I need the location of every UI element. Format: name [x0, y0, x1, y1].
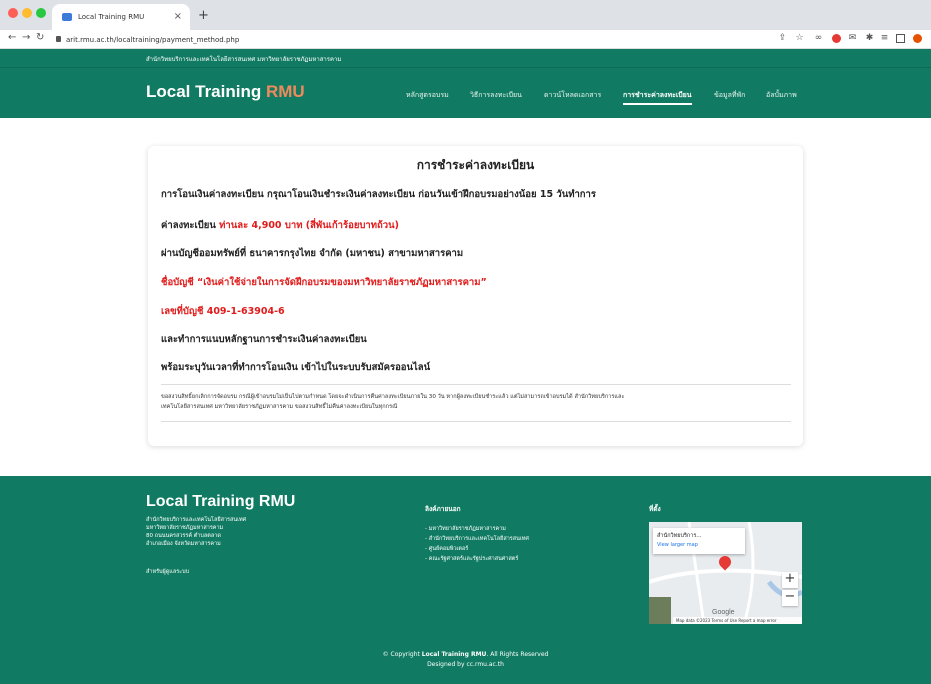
nav-downloads[interactable]: ดาวน์โหลดเอกสาร [544, 90, 601, 101]
footer-logo: Local Training RMU [146, 493, 296, 510]
forward-icon[interactable]: → [22, 32, 30, 43]
close-tab-icon[interactable]: × [174, 11, 182, 22]
tab-title: Local Training RMU [78, 13, 145, 21]
view-larger-map-link[interactable]: View larger map [657, 542, 741, 548]
designed-by: Designed by cc.rmu.ac.th [427, 661, 504, 668]
url-text: arit.rmu.ac.th/localtraining/payment_met… [66, 36, 240, 44]
external-links-list: - มหาวิทยาลัยราชภัฏมหาสารคาม - สำนักวิทย… [425, 524, 529, 564]
address-bar-row: ← → ↻ arit.rmu.ac.th/localtraining/payme… [0, 30, 931, 49]
extensions-puzzle-icon[interactable]: ✱ [865, 34, 874, 43]
note-line-2: เทคโนโลยีสารสนเทศ มหาวิทยาลัยราชภัฏมหาสา… [161, 404, 398, 410]
site-footer: Local Training RMU สำนักวิทยบริการและเทค… [0, 476, 931, 684]
cancellation-note: ขอสงวนสิทธิ์ยกเลิกการจัดอบรม กรณีผู้เข้า… [161, 384, 791, 422]
copyright: © Copyright Local Training RMU. All Righ… [0, 650, 931, 670]
external-link[interactable]: - คณะรัฐศาสตร์และรัฐประศาสนศาสตร์ [425, 554, 529, 564]
address-line: มหาวิทยาลัยราชภัฏมหาสารคาม [146, 525, 224, 531]
footer-address: สำนักวิทยบริการและเทคโนโลยีสารสนเทศ มหาว… [146, 516, 246, 548]
copyright-prefix: © Copyright [382, 651, 422, 658]
account-number: เลขที่บัญชี 409-1-63904-6 [161, 306, 285, 317]
extension-mail-icon[interactable]: ✉ [848, 34, 857, 43]
site-header: Local Training RMU หลักสูตรอบรม วิธีการล… [0, 68, 931, 118]
copyright-suffix: . All Rights Reserved [486, 651, 549, 658]
extension-red-icon[interactable] [832, 34, 841, 43]
note-line-1: ขอสงวนสิทธิ์ยกเลิกการจัดอบรม กรณีผู้เข้า… [161, 394, 625, 400]
lock-icon [56, 36, 61, 42]
extension-icon[interactable]: ∞ [814, 34, 823, 43]
external-link[interactable]: - มหาวิทยาลัยราชภัฏมหาสารคาม [425, 524, 529, 534]
external-link[interactable]: - สำนักวิทยบริการและเทคโนโลยีสารสนเทศ [425, 534, 529, 544]
back-icon[interactable]: ← [8, 32, 16, 43]
bank-line: ผ่านบัญชีออมทรัพย์ที่ ธนาคารกรุงไทย จำกั… [161, 248, 464, 259]
logo-accent-text: RMU [265, 82, 305, 101]
copyright-line: © Copyright Local Training RMU. All Righ… [0, 650, 931, 660]
address-bar[interactable]: arit.rmu.ac.th/localtraining/payment_met… [52, 33, 752, 47]
address-line: อำเภอเมือง จังหวัดมหาสารคาม [146, 541, 221, 547]
fee-line: ค่าลงทะเบียน ท่านละ 4,900 บาท (สี่พันเก้… [161, 218, 399, 233]
map-place-name: สำนักวิทยบริการ... [657, 533, 702, 539]
reload-icon[interactable]: ↻ [36, 32, 44, 43]
nav-accommodation[interactable]: ข้อมูลที่พัก [714, 90, 745, 101]
maximize-window-button[interactable] [36, 8, 46, 18]
share-icon[interactable]: ⇪ [778, 34, 787, 43]
nav-registration-method[interactable]: วิธีการลงทะเบียน [470, 90, 522, 101]
map-attribution[interactable]: Map data ©2023 Terms of Use Report a map… [673, 617, 802, 624]
minimize-window-button[interactable] [22, 8, 32, 18]
transfer-instructions: การโอนเงินค่าลงทะเบียน กรุณาโอนเงินชำระเ… [161, 189, 596, 200]
top-strip-text: สำนักวิทยบริการและเทคโนโลยีสารสนเทศ มหาว… [146, 56, 342, 63]
transfer-time-line: พร้อมระบุวันเวลาที่ทำการโอนเงิน เข้าไปใน… [161, 362, 431, 373]
favicon-icon [62, 13, 72, 21]
external-links-heading: ลิงค์ภายนอก [425, 505, 461, 513]
sidebar-icon[interactable] [896, 34, 905, 43]
top-info-strip: สำนักวิทยบริการและเทคโนโลยีสารสนเทศ มหาว… [0, 49, 931, 68]
zoom-out-button[interactable]: − [782, 590, 798, 606]
fee-value: ท่านละ 4,900 บาท (สี่พันเก้าร้อยบาทถ้วน) [219, 220, 399, 231]
nav-courses[interactable]: หลักสูตรอบรม [406, 90, 449, 101]
bookmark-star-icon[interactable]: ☆ [795, 34, 804, 43]
nav-payment[interactable]: การชำระค่าลงทะเบียน [623, 90, 692, 105]
reading-list-icon[interactable]: ≡ [880, 34, 889, 43]
fee-label: ค่าลงทะเบียน [161, 220, 220, 231]
attach-proof-line: และทำการแนบหลักฐานการชำระเงินค่าลงทะเบีย… [161, 334, 367, 345]
nav-photo-album[interactable]: อัลบั้มภาพ [766, 90, 797, 101]
address-line: สำนักวิทยบริการและเทคโนโลยีสารสนเทศ [146, 517, 247, 523]
admin-link[interactable]: สำหรับผู้ดูแลระบบ [146, 568, 189, 576]
site-logo[interactable]: Local Training RMU [146, 82, 305, 102]
close-window-button[interactable] [8, 8, 18, 18]
account-name: ชื่อบัญชี “เงินค่าใช้จ่ายในการจัดฝึกอบรม… [161, 277, 487, 288]
external-link[interactable]: - ศูนย์คอมพิวเตอร์ [425, 544, 529, 554]
address-line: 80 ถนนนครสวรรค์ ตำบลตลาด [146, 533, 221, 539]
profile-avatar-icon[interactable] [913, 34, 922, 43]
payment-card: การชำระค่าลงทะเบียน การโอนเงินค่าลงทะเบี… [148, 146, 803, 446]
browser-tab[interactable]: Local Training RMU × [52, 4, 190, 30]
logo-main-text: Local Training [146, 82, 262, 101]
new-tab-icon[interactable]: + [198, 8, 209, 23]
zoom-in-button[interactable]: + [782, 572, 798, 588]
browser-tab-bar: Local Training RMU × + [0, 0, 931, 30]
google-brand: Google [712, 609, 735, 616]
page-title: การชำระค่าลงทะเบียน [416, 158, 535, 172]
location-heading: ที่ตั้ง [649, 505, 661, 513]
location-map[interactable]: สำนักวิทยบริการ... View larger map + − G… [649, 522, 802, 624]
map-info-card: สำนักวิทยบริการ... View larger map [653, 528, 745, 554]
copyright-brand: Local Training RMU [421, 651, 487, 658]
